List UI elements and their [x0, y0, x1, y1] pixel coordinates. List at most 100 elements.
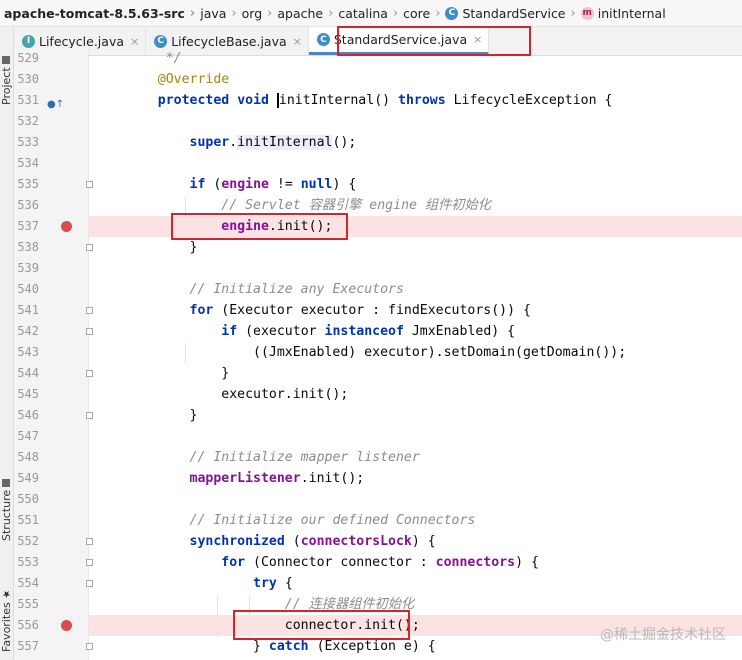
code-line[interactable]: 546 }: [14, 405, 742, 426]
fold-icon[interactable]: [86, 328, 93, 335]
line-number: 556: [17, 618, 39, 632]
code-text: if (executor instanceof JmxEnabled) {: [126, 321, 515, 342]
fold-icon[interactable]: [86, 538, 93, 545]
code-line[interactable]: 551 // Initialize our defined Connectors: [14, 510, 742, 531]
code-line[interactable]: 531 ●↑ protected void initInternal() thro…: [14, 90, 742, 111]
fold-icon[interactable]: [86, 559, 93, 566]
code-line[interactable]: 537 engine.init();: [14, 216, 742, 237]
code-token: initInternal: [276, 93, 375, 108]
favorites-tool-button[interactable]: Favorites ★: [0, 562, 13, 652]
fold-icon[interactable]: [86, 412, 93, 419]
code-line[interactable]: 539: [14, 258, 742, 279]
code-token: throws: [398, 93, 446, 108]
left-tool-strip: Project Structure Favorites ★: [0, 27, 14, 660]
breadcrumb-item[interactable]: catalina ›: [333, 6, 398, 21]
line-number: 557: [17, 639, 39, 653]
code-token: // Initialize our defined Connectors: [189, 513, 476, 528]
code-line[interactable]: 554 try {: [14, 573, 742, 594]
code-token: instanceof: [324, 324, 404, 339]
code-line[interactable]: 533 super.initInternal();: [14, 132, 742, 153]
code-token: ) {: [515, 555, 539, 570]
fold-icon[interactable]: [86, 580, 93, 587]
fold-icon[interactable]: [86, 643, 93, 650]
code-line[interactable]: 541 for (Executor executor : findExecuto…: [14, 300, 742, 321]
code-line[interactable]: 532: [14, 111, 742, 132]
code-token: ((JmxEnabled) executor).setDomain(getDom…: [126, 345, 627, 360]
fold-icon[interactable]: [86, 370, 93, 377]
line-number: 545: [17, 387, 39, 401]
breadcrumb-item[interactable]: C StandardService ›: [440, 6, 576, 21]
code-token: LifecycleException {: [445, 93, 613, 108]
code-line[interactable]: 550: [14, 489, 742, 510]
code-text: mapperListener.init();: [126, 468, 365, 489]
code-token: // Initialize mapper listener: [189, 450, 420, 465]
code-line[interactable]: 542 if (executor instanceof JmxEnabled) …: [14, 321, 742, 342]
code-line[interactable]: 530 @Override: [14, 69, 742, 90]
code-line[interactable]: 540 // Initialize any Executors: [14, 279, 742, 300]
fold-icon[interactable]: [86, 181, 93, 188]
tab-label: LifecycleBase.java: [171, 33, 287, 49]
code-token: connectorsLock: [300, 534, 412, 549]
code-text: // Initialize our defined Connectors: [126, 510, 476, 531]
code-line[interactable]: 547: [14, 426, 742, 447]
code-line[interactable]: 549 mapperListener.init();: [14, 468, 742, 489]
project-label: Project: [0, 67, 13, 105]
code-token: for: [189, 303, 214, 318]
code-line[interactable]: 534: [14, 153, 742, 174]
code-text: @Override: [126, 69, 229, 90]
code-token: // Initialize any Executors: [189, 282, 404, 297]
fold-icon[interactable]: [86, 307, 93, 314]
code-line[interactable]: 543 ((JmxEnabled) executor).setDomain(ge…: [14, 342, 742, 363]
code-line[interactable]: 535 if (engine != null) {: [14, 174, 742, 195]
code-line[interactable]: 552 synchronized (connectorsLock) {: [14, 531, 742, 552]
breadcrumb-item[interactable]: java ›: [195, 6, 236, 21]
breadcrumb-label: java: [200, 5, 227, 21]
structure-tool-button[interactable]: Structure: [0, 455, 13, 541]
line-number: 535: [17, 177, 39, 191]
code-line[interactable]: 548 // Initialize mapper listener: [14, 447, 742, 468]
fold-icon[interactable]: [86, 244, 93, 251]
class-icon: C: [316, 33, 330, 46]
breadcrumb-label: apache-tomcat-8.5.63-src: [4, 5, 185, 21]
line-number: 538: [17, 240, 39, 254]
code-token: super: [189, 135, 230, 150]
breadcrumb-item[interactable]: apache ›: [272, 6, 333, 21]
breadcrumb-item[interactable]: org ›: [237, 6, 273, 21]
code-token: (Connector connector :: [245, 555, 436, 570]
close-icon[interactable]: ×: [293, 35, 302, 48]
breakpoint-icon[interactable]: [61, 620, 72, 631]
code-line[interactable]: 529 */: [14, 48, 742, 69]
code-token: !=: [268, 177, 301, 192]
code-token: void: [237, 93, 269, 108]
code-text: try {: [126, 573, 293, 594]
code-line[interactable]: 545 executor.init();: [14, 384, 742, 405]
breadcrumb-item[interactable]: apache-tomcat-8.5.63-src ›: [0, 6, 195, 21]
code-line[interactable]: 544 }: [14, 363, 742, 384]
code-token: ();: [332, 135, 357, 150]
code-line[interactable]: 536 // Servlet 容器引擎 engine 组件初始化: [14, 195, 742, 216]
code-token: engine: [221, 177, 269, 192]
code-line[interactable]: 538 }: [14, 237, 742, 258]
code-token: */: [126, 51, 182, 66]
breadcrumb-item[interactable]: m initInternal: [576, 6, 666, 21]
code-token: mapperListener: [189, 471, 301, 486]
project-tool-button[interactable]: Project: [0, 35, 13, 105]
code-text: }: [126, 363, 229, 384]
close-icon[interactable]: ×: [130, 35, 139, 48]
line-number: 540: [17, 282, 39, 296]
line-number: 548: [17, 450, 39, 464]
breadcrumb-item[interactable]: core ›: [398, 6, 440, 21]
line-number: 536: [17, 198, 39, 212]
code-line[interactable]: 553 for (Connector connector : connector…: [14, 552, 742, 573]
breakpoint-icon[interactable]: [61, 221, 72, 232]
code-text: protected void initInternal() throws Lif…: [126, 90, 612, 111]
